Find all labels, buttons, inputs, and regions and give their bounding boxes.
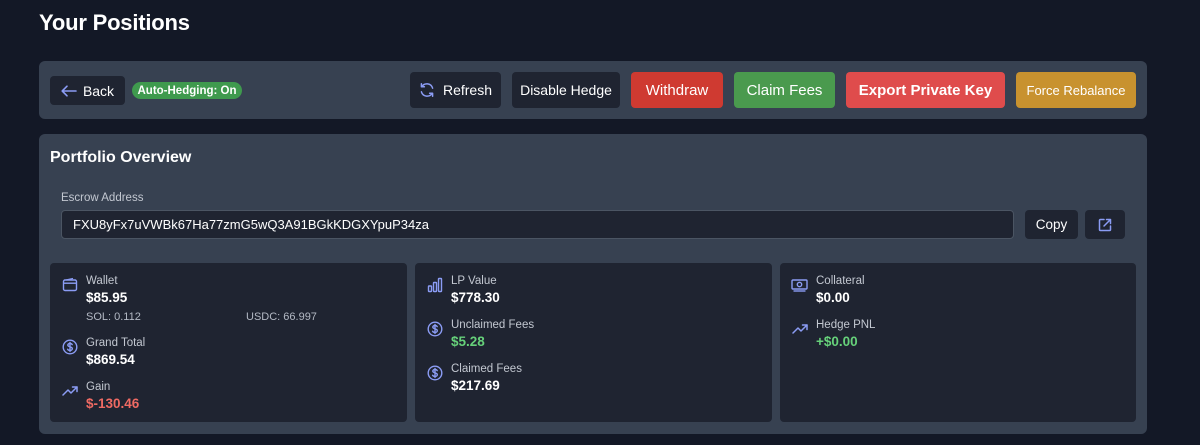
wallet-label: Wallet [86,275,118,287]
lp-value: $778.30 [451,290,500,305]
escrow-address-label: Escrow Address [61,192,144,204]
banknote-icon [791,277,808,293]
back-button-label: Back [82,82,115,99]
wallet-sol-balance: SOL: 0.112 [86,311,141,323]
claimed-fees-value: $217.69 [451,378,500,393]
withdraw-button[interactable]: Withdraw [631,72,723,108]
collateral-label: Collateral [816,275,865,287]
lp-value-label: LP Value [451,275,497,287]
dollar-circle-icon [427,365,443,381]
unclaimed-fees-label: Unclaimed Fees [451,319,535,331]
portfolio-overview-title: Portfolio Overview [50,149,192,166]
dollar-circle-icon [62,339,78,355]
lp-card: LP Value $778.30 Unclaimed Fees $5.28 Cl… [415,263,772,422]
force-rebalance-button[interactable]: Force Rebalance [1016,72,1136,108]
export-private-key-button[interactable]: Export Private Key [846,72,1005,108]
copy-address-button[interactable]: Copy [1025,210,1078,239]
wallet-value: $85.95 [86,290,128,305]
gain-label: Gain [86,381,111,393]
refresh-icon [419,82,435,98]
grand-total-label: Grand Total [86,337,146,349]
external-link-icon [1097,217,1113,233]
claimed-fees-label: Claimed Fees [451,363,522,375]
unclaimed-fees-value: $5.28 [451,334,485,349]
wallet-card: Wallet $85.95 SOL: 0.112 USDC: 66.997 Gr… [50,263,407,422]
hedge-pnl-value: +$0.00 [816,334,858,349]
page-title: Your Positions [39,10,190,35]
auto-hedging-badge: Auto-Hedging: On [132,82,242,99]
actions-toolbar: Back Auto-Hedging: On Refresh Disable He… [39,61,1147,119]
disable-hedge-button[interactable]: Disable Hedge [512,72,620,108]
bar-chart-icon [427,277,443,293]
wallet-usdc-balance: USDC: 66.997 [246,311,317,323]
hedge-pnl-label: Hedge PNL [816,319,876,331]
arrow-left-icon [61,84,77,97]
trending-up-icon [792,321,808,337]
dollar-circle-icon [427,321,443,337]
wallet-icon [62,277,78,293]
collateral-card: Collateral $0.00 Hedge PNL +$0.00 [780,263,1136,422]
open-explorer-button[interactable] [1085,210,1125,239]
trending-up-icon [62,383,78,399]
refresh-button[interactable]: Refresh [410,72,501,108]
back-button[interactable]: Back [50,76,125,105]
collateral-value: $0.00 [816,290,850,305]
refresh-button-label: Refresh [442,82,493,98]
claim-fees-button[interactable]: Claim Fees [734,72,835,108]
grand-total-value: $869.54 [86,352,135,367]
gain-value: $-130.46 [86,396,140,411]
portfolio-overview-panel: Portfolio Overview Escrow Address Copy W… [39,134,1147,434]
escrow-address-field[interactable] [61,210,1014,239]
